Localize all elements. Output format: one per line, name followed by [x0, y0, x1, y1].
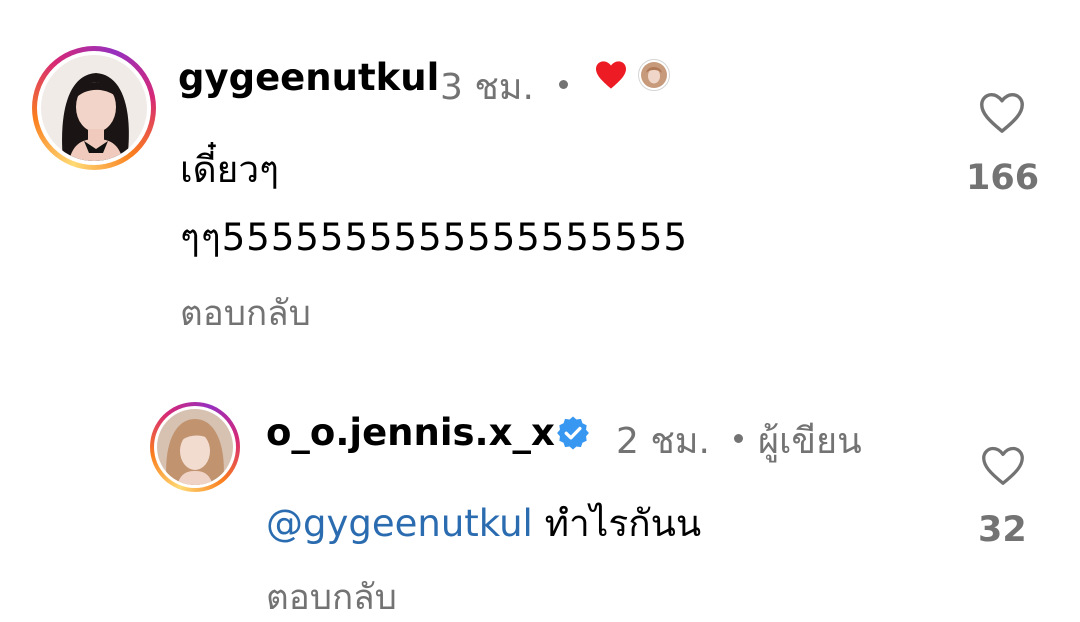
comment-text-line-1: เดี๋ยวๆ	[180, 148, 280, 191]
profile-photo	[41, 55, 147, 161]
heart-outline-icon[interactable]	[978, 92, 1026, 138]
reply-button[interactable]: ตอบกลับ	[180, 286, 311, 341]
separator-dot	[559, 80, 568, 89]
avatar-gygeenutkul[interactable]	[32, 46, 156, 170]
comment-username[interactable]: gygeenutkul	[178, 56, 439, 99]
reply-button[interactable]: ตอบกลับ	[266, 570, 397, 622]
comment-text-body: ทำไรกันน	[544, 502, 702, 545]
like-count: 32	[978, 510, 1027, 550]
comment-timestamp: 2 ชม.	[616, 421, 710, 462]
comment-text-line-2: ๆๆ5555555555555555555	[180, 216, 689, 259]
heart-filled-icon	[594, 60, 628, 94]
mention-link[interactable]: @gygeenutkul	[266, 502, 533, 545]
comments-thread: gygeenutkul 3 ชม. เดี๋ยวๆ ๆๆ555555555555…	[0, 0, 1080, 622]
profile-photo	[157, 409, 233, 485]
author-avatar-mini	[638, 59, 670, 95]
author-label: ผู้เขียน	[758, 421, 862, 462]
heart-outline-icon[interactable]	[980, 446, 1026, 490]
verified-badge-icon	[555, 415, 591, 455]
comment-text: @gygeenutkul ทำไรกันน	[266, 494, 701, 553]
like-count: 166	[966, 158, 1040, 198]
comment-timestamp: 3 ชม.	[440, 67, 534, 108]
comment-username[interactable]: o_o.jennis.x_x	[266, 411, 555, 454]
avatar-o_o-jennis[interactable]	[150, 402, 240, 492]
separator-dot	[734, 434, 743, 443]
